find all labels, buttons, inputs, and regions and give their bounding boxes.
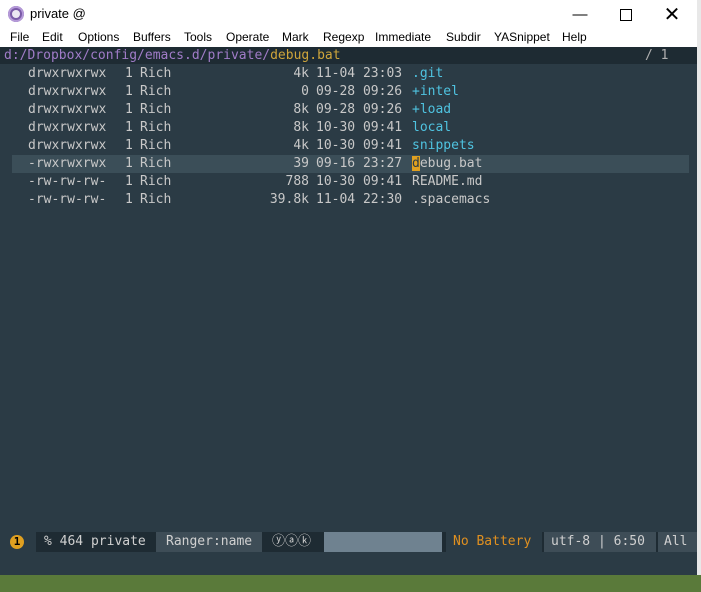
file-date: 10-30 09:41 — [316, 174, 403, 189]
file-permissions: drwxrwxrwx — [28, 138, 107, 153]
header-line: d:/Dropbox/config/emacs.d/private/debug.… — [0, 47, 697, 64]
file-name: .spacemacs — [412, 192, 491, 207]
menu-file[interactable]: File — [10, 30, 29, 44]
file-position: / 1 — [645, 48, 669, 63]
file-permissions: drwxrwxrwx — [28, 120, 107, 135]
file-row-snippets[interactable]: drwxrwxrwx 1 Rich 4k 10-30 09:41 snippet… — [12, 137, 689, 155]
menu-edit[interactable]: Edit — [42, 30, 63, 44]
file-size: 4k — [293, 66, 309, 81]
file-owner: Rich — [140, 156, 172, 171]
file-row-readme[interactable]: -rw-rw-rw- 1 Rich 788 10-30 09:41 README… — [12, 173, 689, 191]
file-size: 39 — [293, 156, 309, 171]
menu-operate[interactable]: Operate — [226, 30, 269, 44]
menu-bar: File Edit Options Buffers Tools Operate … — [0, 29, 697, 47]
file-row-spacemacs[interactable]: -rw-rw-rw- 1 Rich 39.8k 11-04 22:30 .spa… — [12, 191, 689, 209]
file-date: 10-30 09:41 — [316, 120, 403, 135]
file-owner: Rich — [140, 174, 172, 189]
file-owner: Rich — [140, 66, 172, 81]
scroll-position: All — [658, 532, 697, 552]
title-bar[interactable]: private @ — ✕ — [0, 0, 697, 29]
file-name: local — [412, 120, 452, 135]
file-date: 09-28 09:26 — [316, 84, 403, 99]
battery-status: No Battery — [446, 532, 542, 552]
file-size: 788 — [285, 174, 309, 189]
maximize-icon — [620, 8, 632, 21]
file-row-git[interactable]: drwxrwxrwx 1 Rich 4k 11-04 23:03 .git — [12, 65, 689, 83]
file-row-local[interactable]: drwxrwxrwx 1 Rich 8k 10-30 09:41 local — [12, 119, 689, 137]
window-title: private @ — [30, 6, 86, 21]
menu-yasnippet[interactable]: YASnippet — [494, 30, 550, 44]
file-date: 11-04 22:30 — [316, 192, 403, 207]
mode-line: 1 % 464 private Ranger:name ⓨⓐⓚ No Batte… — [0, 532, 697, 552]
file-permissions: -rw-rw-rw- — [28, 174, 107, 189]
file-owner: Rich — [140, 138, 172, 153]
directory-path: d:/Dropbox/config/emacs.d/private/debug.… — [4, 47, 341, 64]
echo-area[interactable] — [0, 552, 697, 575]
file-owner: Rich — [140, 120, 172, 135]
menu-regexp[interactable]: Regexp — [323, 30, 364, 44]
minimize-button[interactable]: — — [557, 0, 603, 29]
menu-options[interactable]: Options — [78, 30, 119, 44]
file-date: 09-28 09:26 — [316, 102, 403, 117]
file-links: 1 — [125, 156, 133, 171]
file-links: 1 — [125, 138, 133, 153]
menu-tools[interactable]: Tools — [184, 30, 212, 44]
file-permissions: drwxrwxrwx — [28, 84, 107, 99]
file-permissions: -rw-rw-rw- — [28, 192, 107, 207]
file-date: 11-04 23:03 — [316, 66, 403, 81]
path-directory: d:/Dropbox/config/emacs.d/private/ — [4, 48, 271, 63]
file-links: 1 — [125, 192, 133, 207]
file-row-debug-bat-selected[interactable]: -rwxrwxrwx 1 Rich 39 09-16 23:27 debug.b… — [12, 155, 689, 173]
menu-buffers[interactable]: Buffers — [133, 30, 171, 44]
minor-mode-icons[interactable]: ⓨⓐⓚ — [264, 532, 322, 552]
menu-subdir[interactable]: Subdir — [446, 30, 481, 44]
major-mode[interactable]: Ranger:name — [156, 532, 262, 552]
emacs-window: private @ — ✕ File Edit Options Buffers … — [0, 0, 697, 575]
file-size: 0 — [301, 84, 309, 99]
emacs-app-icon — [8, 6, 24, 22]
close-button[interactable]: ✕ — [649, 0, 695, 29]
file-links: 1 — [125, 102, 133, 117]
file-owner: Rich — [140, 84, 172, 99]
file-permissions: -rwxrwxrwx — [28, 156, 107, 171]
close-icon: ✕ — [663, 4, 681, 26]
file-date: 10-30 09:41 — [316, 138, 403, 153]
file-size: 4k — [293, 138, 309, 153]
encoding-position[interactable]: utf-8 | 6:50 — [544, 532, 656, 552]
window-number-badge: 1 — [10, 535, 24, 549]
desktop-edge — [697, 0, 701, 575]
menu-immediate[interactable]: Immediate — [375, 30, 431, 44]
file-row-load[interactable]: drwxrwxrwx 1 Rich 8k 09-28 09:26 +load — [12, 101, 689, 119]
modeline-spacer — [324, 532, 442, 552]
file-name: snippets — [412, 138, 475, 153]
buffer-info[interactable]: % 464 private — [38, 532, 152, 552]
file-permissions: drwxrwxrwx — [28, 102, 107, 117]
file-size: 8k — [293, 102, 309, 117]
path-file: debug.bat — [270, 48, 341, 63]
file-owner: Rich — [140, 102, 172, 117]
file-size: 39.8k — [269, 192, 309, 207]
file-row-intel[interactable]: drwxrwxrwx 1 Rich 0 09-28 09:26 +intel — [12, 83, 689, 101]
file-name-with-cursor: debug.bat — [412, 155, 482, 173]
maximize-button[interactable] — [603, 0, 649, 29]
file-owner: Rich — [140, 192, 172, 207]
file-links: 1 — [125, 66, 133, 81]
file-permissions: drwxrwxrwx — [28, 66, 107, 81]
ranger-buffer[interactable]: d:/Dropbox/config/emacs.d/private/debug.… — [0, 47, 697, 575]
file-date: 09-16 23:27 — [316, 156, 403, 171]
file-name: +intel — [412, 84, 459, 99]
file-name-rest: ebug.bat — [419, 156, 483, 171]
window-number-segment[interactable]: 1 — [0, 532, 36, 552]
file-size: 8k — [293, 120, 309, 135]
text-cursor: d — [412, 156, 420, 171]
menu-mark[interactable]: Mark — [282, 30, 309, 44]
menu-help[interactable]: Help — [562, 30, 587, 44]
file-name: README.md — [412, 174, 483, 189]
minimize-icon: — — [572, 6, 588, 23]
file-links: 1 — [125, 120, 133, 135]
file-name: .git — [412, 66, 444, 81]
file-links: 1 — [125, 84, 133, 99]
file-links: 1 — [125, 174, 133, 189]
file-name: +load — [412, 102, 452, 117]
